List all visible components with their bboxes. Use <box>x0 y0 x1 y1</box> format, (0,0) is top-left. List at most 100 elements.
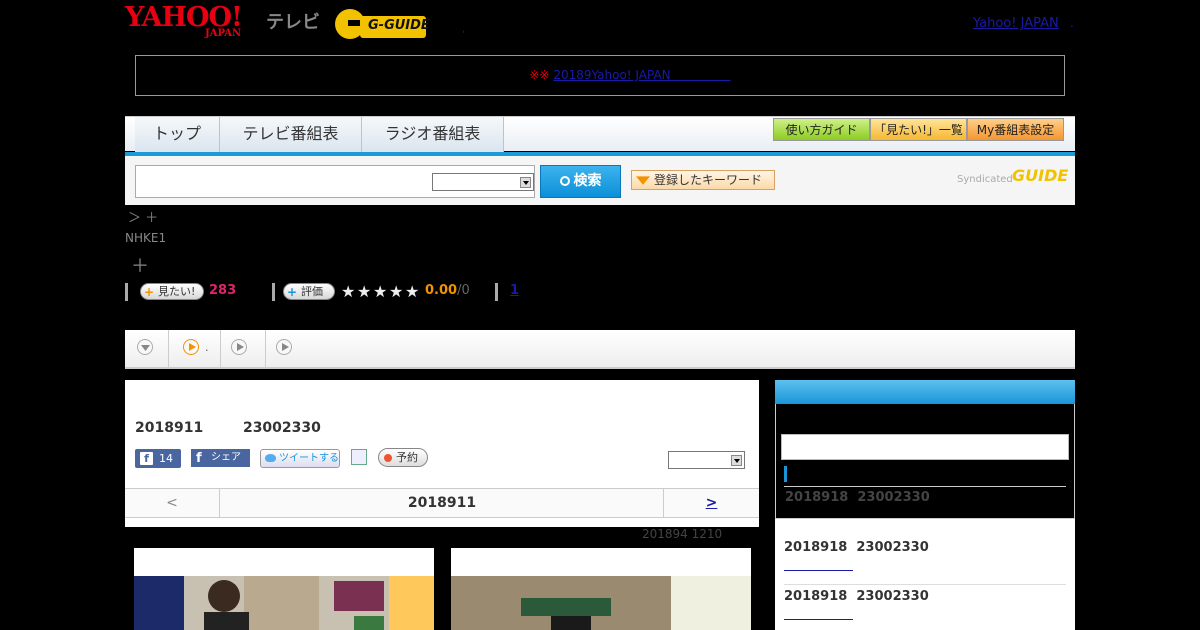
search-bar: 検索 登録したキーワード Syndicated GUIDE <box>125 156 1075 205</box>
yahoo-japan-logo[interactable]: YAHOO! JAPAN <box>125 4 265 42</box>
notice-link[interactable]: 20189Yahoo! JAPAN <box>553 68 730 82</box>
program-select[interactable] <box>668 451 745 469</box>
stat-divider <box>272 283 275 301</box>
star-icon: ★ <box>357 282 372 301</box>
plus-icon: + <box>287 285 298 299</box>
tab-tv-schedule[interactable]: テレビ番組表 <box>220 117 362 152</box>
sidebar-item-time: 23002330 <box>857 490 930 505</box>
registered-keyword-label: 登録したキーワード <box>654 173 763 187</box>
record-dot-icon <box>384 454 392 462</box>
sidebar-item-link[interactable] <box>784 619 853 620</box>
tab-divider <box>265 330 266 367</box>
facebook-icon: f <box>140 452 153 465</box>
reserve-button[interactable]: 予約 <box>378 448 428 467</box>
sidebar-item-datetime: 2018918 23002330 <box>785 490 930 505</box>
pager-prev[interactable]: < <box>125 489 220 517</box>
plus-icon: + <box>144 285 155 299</box>
star-icon: ★ <box>373 282 388 301</box>
rating-value: 0.00/0 <box>425 283 470 298</box>
tab-radio-schedule[interactable]: ラジオ番組表 <box>362 117 504 152</box>
thumbnail-image <box>134 576 434 630</box>
main-nav: トップ テレビ番組表 ラジオ番組表 使い方ガイド 「見たい!」一覧 My番組表設… <box>125 116 1075 157</box>
tab-play-button[interactable] <box>183 339 199 355</box>
tab-top[interactable]: トップ <box>135 117 220 152</box>
sidebar-item-datetime: 2018918 23002330 <box>784 589 929 604</box>
tab-play-button-2[interactable] <box>231 339 247 355</box>
sidebar-item-link[interactable] <box>784 570 853 571</box>
reserve-label: 予約 <box>396 451 418 464</box>
pager-date: 2018911 <box>407 495 477 511</box>
pager-next-link[interactable]: > <box>706 495 718 511</box>
header-separator: , <box>462 24 466 35</box>
notice-box: ※※ 20189Yahoo! JAPAN <box>135 55 1065 96</box>
program-datetime: 2018911 23002330 <box>135 420 321 436</box>
sidebar-panel: 2018918 23002330 <box>775 404 1075 522</box>
yahoo-japan-link[interactable]: Yahoo! JAPAN <box>973 16 1059 31</box>
gguide-logo-text: G-GUIDE <box>368 18 430 33</box>
tweet-button[interactable]: ツイートする <box>260 449 340 468</box>
tv-logo-label[interactable]: テレビ <box>266 8 320 34</box>
search-icon <box>559 176 570 186</box>
sidebar-item-time: 23002330 <box>856 589 929 604</box>
program-thumbnail[interactable] <box>451 548 751 630</box>
tab-collapse-button[interactable] <box>137 339 153 355</box>
facebook-like-count: 14 <box>159 452 173 465</box>
search-button-label: 検索 <box>573 173 602 189</box>
usage-guide-button[interactable]: 使い方ガイド <box>773 118 870 141</box>
tweet-label: ツイートする <box>279 453 339 464</box>
sidebar-header <box>775 380 1075 404</box>
program-thumbnail[interactable] <box>134 548 434 630</box>
plus-icon: ＋ <box>131 256 149 277</box>
mitai-list-button[interactable]: 「見たい!」一覧 <box>870 118 967 141</box>
mitai-count: 283 <box>209 283 237 298</box>
content-tabs: . <box>125 330 1075 369</box>
rate-label: 評価 <box>301 285 323 298</box>
date-pager: < 2018911 > <box>125 488 759 518</box>
syndicated-label: Syndicated <box>957 174 1013 185</box>
review-count-link[interactable]: 1 <box>510 283 519 298</box>
mitai-button[interactable]: + 見たい! <box>140 283 204 300</box>
tab-play-button-3[interactable] <box>276 339 292 355</box>
sidebar-item-date: 2018918 <box>784 540 848 555</box>
breadcrumb: ＞ ＋ <box>128 211 159 226</box>
star-icon: ★ <box>405 282 420 301</box>
program-time: 23002330 <box>242 420 321 436</box>
notice-mark: ※※ <box>529 68 550 82</box>
sidebar-divider <box>784 486 1066 487</box>
dropdown-arrow-icon <box>636 176 650 185</box>
facebook-icon: f <box>196 451 202 466</box>
sidebar-item-datetime: 2018918 23002330 <box>784 540 929 555</box>
registered-keyword-button[interactable]: 登録したキーワード <box>631 170 775 190</box>
star-icon: ★ <box>341 282 356 301</box>
twitter-bird-icon <box>265 454 276 462</box>
rate-button[interactable]: + 評価 <box>283 283 335 300</box>
play-icon <box>237 343 244 351</box>
calendar-add-icon[interactable] <box>351 449 367 465</box>
rating-count: /0 <box>457 283 470 298</box>
sidebar-item-date: 2018918 <box>785 490 849 505</box>
mitai-label: 見たい! <box>158 285 196 298</box>
facebook-like-button[interactable]: f 14 <box>135 449 181 468</box>
play-icon <box>189 343 196 351</box>
search-category-select[interactable] <box>432 173 534 191</box>
play-icon <box>282 343 289 351</box>
sidebar-list: 2018918 23002330 2018918 23002330 <box>775 519 1075 630</box>
tab-label: . <box>205 341 209 354</box>
chevron-down-icon <box>731 455 742 466</box>
search-button[interactable]: 検索 <box>540 165 621 198</box>
pager-next[interactable]: > <box>663 489 759 517</box>
facebook-share-button[interactable]: f シェア <box>191 449 250 467</box>
stat-divider <box>495 283 498 301</box>
sidebar-divider <box>784 584 1066 585</box>
star-icon: ★ <box>389 282 404 301</box>
sidebar-section-marker <box>784 466 787 482</box>
sidebar-item-time: 23002330 <box>856 540 929 555</box>
sidebar-input[interactable] <box>781 434 1069 460</box>
broadcast-date-note: 201894 1210 <box>642 527 723 541</box>
my-schedule-settings-button[interactable]: My番組表設定 <box>967 118 1064 141</box>
japan-logo-text: JAPAN <box>205 28 242 39</box>
tab-divider <box>220 330 221 367</box>
gguide-logo[interactable]: G-GUIDE <box>334 6 434 42</box>
gguide-small-logo: GUIDE <box>1012 166 1069 185</box>
program-panel: 2018911 23002330 f 14 f シェア ツイートする 予約 < … <box>125 380 759 527</box>
